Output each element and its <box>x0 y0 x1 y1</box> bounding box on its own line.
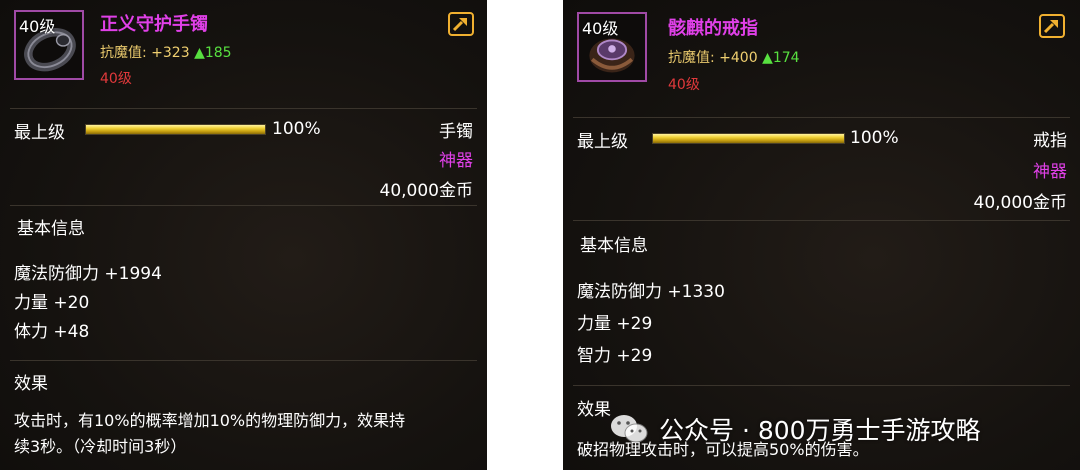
grade-percent: 100% <box>850 128 899 148</box>
item-name: 骸麒的戒指 <box>668 18 758 39</box>
divider <box>573 220 1070 221</box>
stat-label: 抗魔值: <box>100 45 147 61</box>
required-level: 40级 <box>668 77 700 93</box>
item-level-tag: 40级 <box>582 19 619 38</box>
item-level-tag: 40级 <box>19 17 56 36</box>
item-type: 戒指 <box>1033 131 1067 151</box>
effect-text: 攻击时，有10%的概率增加10%的物理防御力，效果持 续3秒。（冷却时间3秒） <box>14 408 474 460</box>
stat-label: 抗魔值: <box>668 50 715 66</box>
attribute-line: 体力 +48 <box>14 322 90 342</box>
divider <box>10 108 477 109</box>
grade-percent: 100% <box>272 119 321 139</box>
stat-increase: ▲174 <box>762 50 800 66</box>
grade-progress-bar <box>85 124 266 135</box>
item-price: 40,000金币 <box>379 181 473 201</box>
share-button[interactable] <box>448 12 474 36</box>
item-rarity: 神器 <box>439 151 473 171</box>
attribute-line: 力量 +20 <box>14 293 90 313</box>
attribute-line: 力量 +29 <box>577 314 653 334</box>
grade-label: 最上级 <box>577 132 628 152</box>
magic-resist-stat: 抗魔值: +323 ▲185 <box>100 42 232 62</box>
attribute-line: 魔法防御力 +1330 <box>577 282 725 302</box>
item-name: 正义守护手镯 <box>100 14 208 35</box>
item-type: 手镯 <box>439 122 473 142</box>
section-effect: 效果 <box>14 374 48 394</box>
watermark-text: 公众号 · 800万勇士手游攻略 <box>659 416 981 445</box>
attribute-line: 智力 +29 <box>577 346 653 366</box>
section-basic-info: 基本信息 <box>17 219 85 239</box>
stat-value: +323 <box>151 45 190 61</box>
section-basic-info: 基本信息 <box>580 236 648 256</box>
item-tooltip-bracelet: 40级 正义守护手镯 抗魔值: +323 ▲185 40级 最上级 100% 手… <box>0 0 487 470</box>
grade-progress-fill <box>86 125 265 134</box>
section-effect: 效果 <box>577 400 611 420</box>
attribute-line: 魔法防御力 +1994 <box>14 264 162 284</box>
bracelet-item-slot[interactable]: 40级 <box>14 10 84 80</box>
magic-resist-stat: 抗魔值: +400 ▲174 <box>668 47 800 67</box>
item-rarity: 神器 <box>1033 162 1067 182</box>
share-button[interactable] <box>1039 14 1065 38</box>
effect-line: 攻击时，有10%的概率增加10%的物理防御力，效果持 <box>14 411 406 430</box>
watermark: 公众号 · 800万勇士手游攻略 <box>609 407 1049 451</box>
required-level: 40级 <box>100 71 132 87</box>
share-icon <box>452 18 467 32</box>
divider <box>10 360 477 361</box>
grade-label: 最上级 <box>14 123 65 143</box>
wechat-icon <box>611 415 648 443</box>
item-price: 40,000金币 <box>973 193 1067 213</box>
stat-increase: ▲185 <box>194 45 232 61</box>
share-icon <box>1043 20 1058 34</box>
divider <box>573 385 1070 386</box>
effect-line: 续3秒。（冷却时间3秒） <box>14 437 187 456</box>
stat-value: +400 <box>719 50 758 66</box>
grade-progress-bar <box>652 133 845 144</box>
ring-item-slot[interactable]: 40级 <box>577 12 647 82</box>
divider <box>10 205 477 206</box>
item-tooltip-ring: 40级 骸麒的戒指 抗魔值: +400 ▲174 40级 最上级 100% 戒指… <box>563 0 1080 470</box>
grade-progress-fill <box>653 134 844 143</box>
divider <box>573 117 1070 118</box>
